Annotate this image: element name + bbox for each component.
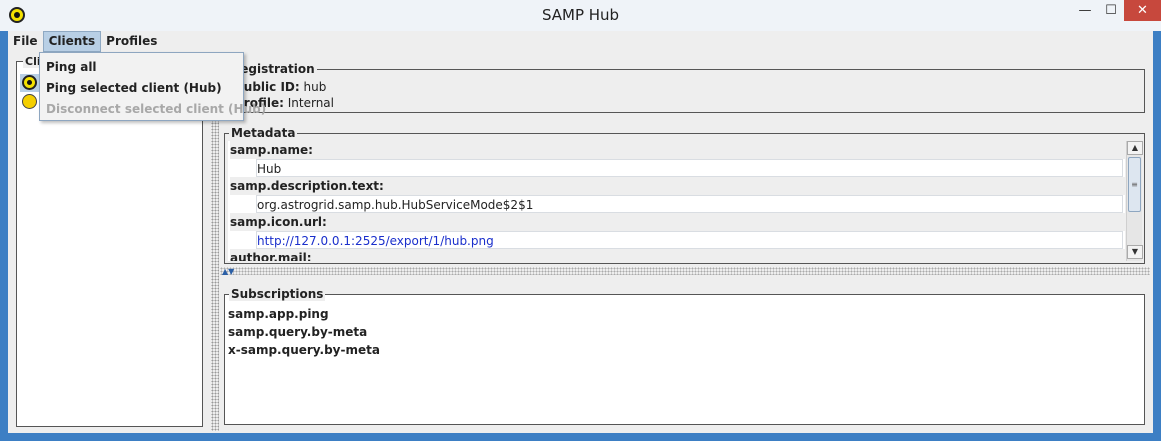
metadata-table: samp.name: Hub samp.description.text: or… <box>228 141 1144 261</box>
scroll-thumb[interactable]: ≡ <box>1128 157 1141 212</box>
horizontal-splitter[interactable] <box>220 267 1150 275</box>
menu-item-disconnect-selected[interactable]: Disconnect selected client (Hub) <box>46 102 266 116</box>
clients-dropdown-menu: Ping all Ping selected client (Hub) Disc… <box>39 52 266 121</box>
menu-bar: File Clients Profiles <box>8 31 1153 52</box>
metadata-value: Hub <box>256 159 1123 177</box>
metadata-key: samp.description.text: <box>230 177 1125 195</box>
window-title: SAMP Hub <box>541 6 620 24</box>
samp-hub-window: SAMP Hub — ☐ ✕ File Clients Profiles Cli… <box>0 0 1161 441</box>
scroll-up-arrow-icon[interactable]: ▲ <box>1127 141 1143 155</box>
icon-url-link[interactable]: http://127.0.0.1:2525/export/1/hub.png <box>256 231 1123 249</box>
metadata-key: samp.name: <box>230 141 1125 159</box>
close-button[interactable]: ✕ <box>1124 0 1161 21</box>
subscriptions-group: Subscriptions samp.app.ping samp.query.b… <box>224 287 1145 425</box>
menu-clients[interactable]: Clients <box>42 31 102 52</box>
public-id-row: Public ID: hub <box>235 80 326 94</box>
profile-value: Internal <box>287 96 334 110</box>
subscriptions-legend: Subscriptions <box>229 287 326 301</box>
splitter-arrows-icon[interactable]: ▲▼ <box>222 267 234 276</box>
public-id-value: hub <box>303 80 327 94</box>
scroll-down-arrow-icon[interactable]: ▼ <box>1127 245 1143 259</box>
metadata-key: author.mail: <box>230 249 1125 261</box>
metadata-scrollbar[interactable]: ▲ ≡ ▼ <box>1126 141 1143 261</box>
window-client-area: File Clients Profiles Clients Registrati… <box>8 31 1153 433</box>
menu-profiles[interactable]: Profiles <box>101 31 162 52</box>
metadata-legend: Metadata <box>229 126 298 140</box>
subscription-item: samp.app.ping <box>228 307 329 321</box>
maximize-button[interactable]: ☐ <box>1098 0 1124 20</box>
metadata-key: samp.icon.url: <box>230 213 1125 231</box>
bee-icon <box>22 94 37 109</box>
registration-group: Registration Public ID: hub Profile: Int… <box>224 62 1145 113</box>
title-bar[interactable]: SAMP Hub — ☐ ✕ <box>0 0 1161 31</box>
metadata-scroll-area[interactable]: samp.name: Hub samp.description.text: or… <box>228 141 1125 261</box>
public-id-label: Public ID: <box>235 80 300 94</box>
menu-item-ping-selected[interactable]: Ping selected client (Hub) <box>46 81 222 95</box>
subscription-item: samp.query.by-meta <box>228 325 368 339</box>
menu-file[interactable]: File <box>8 31 43 52</box>
minimize-button[interactable]: — <box>1072 0 1098 20</box>
hub-icon <box>22 75 37 90</box>
metadata-value: org.astrogrid.samp.hub.HubServiceMode$2$… <box>256 195 1123 213</box>
subscription-item: x-samp.query.by-meta <box>228 343 380 357</box>
menu-item-ping-all[interactable]: Ping all <box>46 60 97 74</box>
